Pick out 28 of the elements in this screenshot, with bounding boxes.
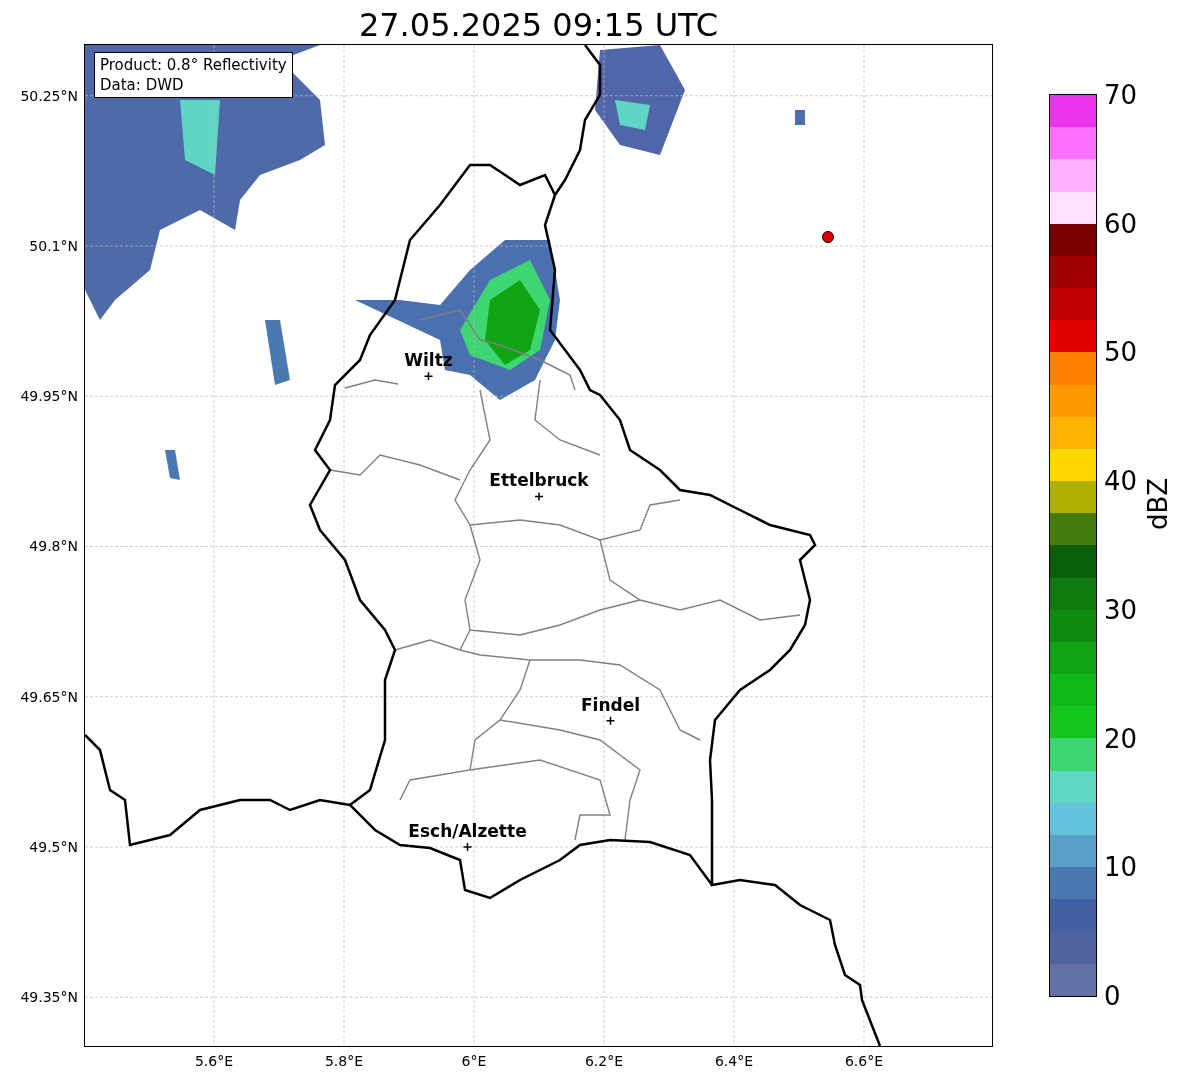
city-label: Findel — [580, 694, 641, 715]
x-tick-label: 6.6°E — [844, 1052, 884, 1070]
city-label: Ettelbruck — [489, 470, 589, 491]
colorbar-label: dBZ — [1142, 477, 1174, 530]
y-tick-label: 49.95°N — [20, 387, 78, 406]
x-tick-label: 6°E — [461, 1052, 487, 1070]
x-tick-label: 6.4°E — [714, 1052, 754, 1070]
legend-text: Product: 0.8° Reflectivity — [100, 55, 287, 75]
legend-text: Data: DWD — [100, 75, 185, 95]
y-tick-label: 49.35°N — [20, 988, 78, 1007]
colorbar-tick-label: 30 — [1104, 593, 1138, 626]
x-tick-label: 5.8°E — [324, 1052, 364, 1070]
chart-title: 27.05.2025 09:15 UTC — [357, 5, 720, 45]
colorbar-tick-label: 0 — [1104, 980, 1121, 1012]
city-label: Esch/Alzette — [408, 821, 527, 841]
colorbar-tick-label: 40 — [1104, 465, 1138, 498]
x-tick-label: 5.6°E — [194, 1052, 234, 1070]
y-tick-label: 49.5°N — [29, 838, 78, 856]
colorbar-tick-label: 60 — [1104, 207, 1138, 240]
y-tick-label: 50.1°N — [29, 236, 78, 255]
colorbar-tick-label: 20 — [1104, 722, 1138, 755]
x-tick-label: 6.2°E — [584, 1052, 624, 1070]
colorbar-tick-label: 50 — [1104, 336, 1138, 369]
y-tick-label: 49.8°N — [29, 537, 78, 556]
colorbar-tick-label: 10 — [1104, 851, 1138, 884]
y-tick-label: 49.65°N — [20, 687, 78, 706]
y-tick-label: 50.25°N — [20, 86, 78, 105]
colorbar-tick-label: 70 — [1104, 79, 1138, 111]
